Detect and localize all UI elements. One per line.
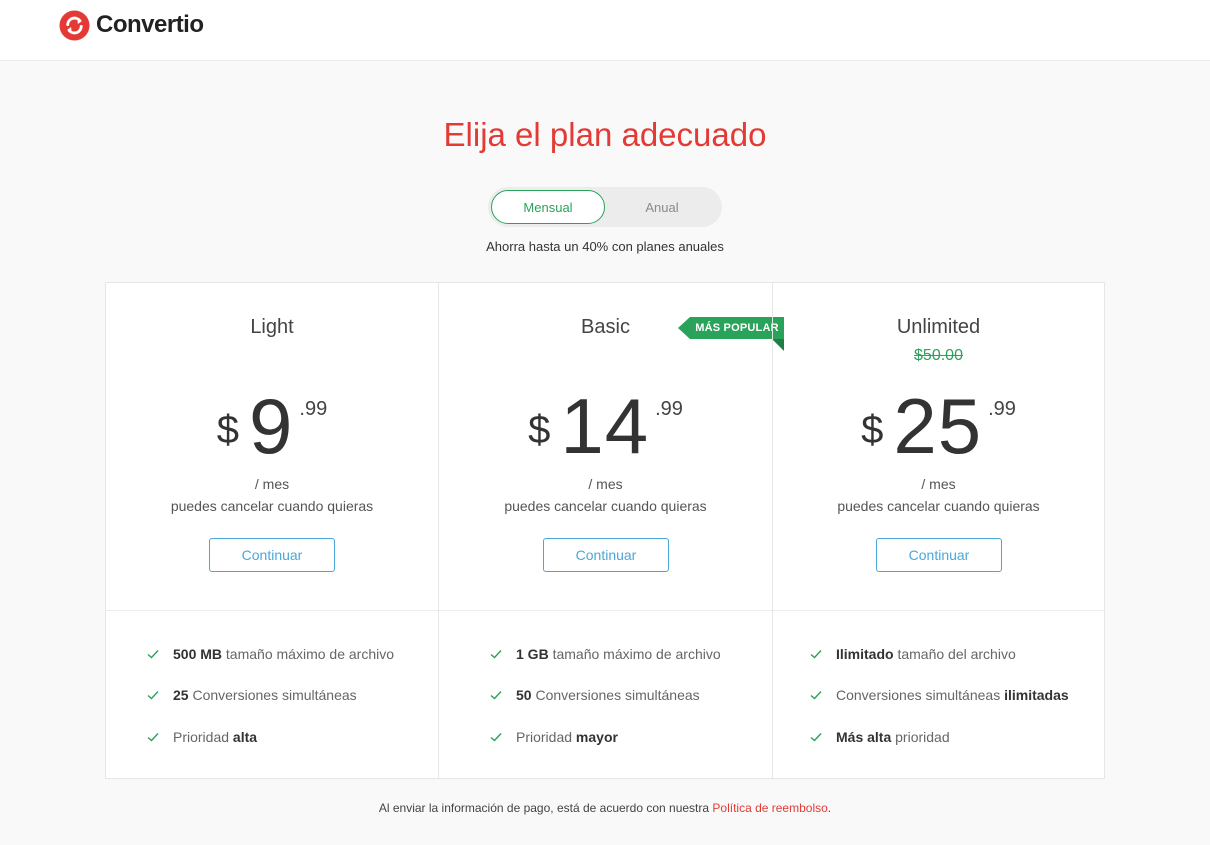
feature-text: 50 Conversiones simultáneas bbox=[516, 687, 700, 703]
feature-item: 50 Conversiones simultáneas bbox=[490, 685, 700, 705]
continue-button-basic[interactable]: Continuar bbox=[543, 538, 669, 572]
refund-policy-link[interactable]: Política de reembolso bbox=[712, 801, 827, 815]
plan-summary: Basic MÁS POPULAR $ 14 .99 / mes puedes … bbox=[439, 283, 784, 611]
most-popular-badge: MÁS POPULAR bbox=[678, 317, 784, 351]
price-amount: 25 bbox=[893, 382, 983, 470]
refund-policy-note: Al enviar la información de pago, está d… bbox=[0, 801, 1210, 815]
check-icon bbox=[147, 650, 159, 659]
feature-item: Prioridad mayor bbox=[490, 727, 618, 747]
price-cents: .99 bbox=[299, 398, 328, 420]
plan-card-unlimited: Unlimited $50.00 $ 25 .99 / mes puedes c… bbox=[772, 283, 1104, 778]
feature-item: Más alta prioridad bbox=[810, 727, 950, 747]
check-icon bbox=[490, 733, 502, 742]
check-icon bbox=[490, 650, 502, 659]
footer-period: . bbox=[827, 801, 832, 815]
plan-name: Light bbox=[250, 316, 294, 338]
cancel-note: puedes cancelar cuando quieras bbox=[504, 498, 707, 514]
plan-summary: Light $ 9 .99 / mes puedes cancelar cuan… bbox=[106, 283, 438, 611]
check-icon bbox=[490, 691, 502, 700]
check-icon bbox=[147, 733, 159, 742]
pricing-table: Light $ 9 .99 / mes puedes cancelar cuan… bbox=[105, 282, 1105, 779]
cancel-note: puedes cancelar cuando quieras bbox=[170, 498, 374, 514]
billing-option-annual[interactable]: Anual bbox=[605, 190, 719, 224]
feature-text: Más alta prioridad bbox=[836, 729, 950, 745]
price-currency: $ bbox=[528, 408, 551, 452]
feature-text: Prioridad mayor bbox=[516, 729, 618, 745]
price-cents: .99 bbox=[655, 398, 683, 420]
feature-item: Prioridad alta bbox=[147, 727, 257, 747]
cancel-note: puedes cancelar cuando quieras bbox=[837, 498, 1040, 514]
divider bbox=[439, 610, 772, 611]
page-title: Elija el plan adecuado bbox=[443, 116, 767, 153]
price-currency: $ bbox=[861, 408, 884, 452]
billing-option-monthly[interactable]: Mensual bbox=[491, 190, 605, 224]
feature-text: Prioridad alta bbox=[173, 729, 258, 745]
divider bbox=[106, 610, 438, 611]
check-icon bbox=[810, 691, 822, 700]
check-icon bbox=[147, 691, 159, 700]
brand-name: Convertio bbox=[96, 11, 204, 38]
divider bbox=[773, 610, 1104, 611]
price-currency: $ bbox=[216, 408, 240, 452]
top-header: Convertio bbox=[0, 0, 1210, 61]
badge-label: MÁS POPULAR bbox=[695, 322, 779, 334]
price-cents: .99 bbox=[988, 398, 1016, 420]
feature-text: 25 Conversiones simultáneas bbox=[173, 687, 357, 703]
feature-text: Ilimitado tamaño del archivo bbox=[836, 646, 1016, 662]
feature-item: 500 MB tamaño máximo de archivo bbox=[147, 644, 394, 664]
feature-item: 25 Conversiones simultáneas bbox=[147, 685, 357, 705]
plan-card-basic: Basic MÁS POPULAR $ 14 .99 / mes puedes … bbox=[438, 283, 784, 778]
feature-text: Conversiones simultáneas ilimitadas bbox=[836, 687, 1069, 703]
plan-name: Unlimited bbox=[896, 316, 981, 338]
plan-summary: Unlimited $50.00 $ 25 .99 / mes puedes c… bbox=[773, 283, 1104, 611]
price-period: / mes bbox=[254, 476, 290, 492]
convertio-arrows-icon bbox=[59, 9, 90, 41]
billing-period-toggle[interactable]: Mensual Anual bbox=[488, 187, 722, 227]
check-icon bbox=[810, 733, 822, 742]
footer-text: Al enviar la información de pago, está d… bbox=[378, 801, 713, 815]
plan-price: $ 25 .99 bbox=[773, 386, 1104, 466]
continue-button-unlimited[interactable]: Continuar bbox=[876, 538, 1002, 572]
feature-text: 500 MB tamaño máximo de archivo bbox=[173, 646, 394, 662]
check-icon bbox=[810, 650, 822, 659]
plan-card-light: Light $ 9 .99 / mes puedes cancelar cuan… bbox=[106, 283, 438, 778]
plan-price: $ 14 .99 bbox=[439, 386, 772, 466]
annual-savings-note: Ahorra hasta un 40% con planes anuales bbox=[486, 239, 724, 254]
price-period: / mes bbox=[588, 476, 623, 492]
price-period: / mes bbox=[921, 476, 956, 492]
original-price: $50.00 bbox=[914, 347, 963, 364]
convertio-logo[interactable]: Convertio bbox=[59, 9, 204, 41]
feature-item: Ilimitado tamaño del archivo bbox=[810, 644, 1016, 664]
price-amount: 14 bbox=[560, 382, 650, 470]
feature-text: 1 GB tamaño máximo de archivo bbox=[516, 646, 721, 662]
feature-item: Conversiones simultáneas ilimitadas bbox=[810, 685, 1069, 705]
plan-price: $ 9 .99 bbox=[106, 386, 438, 466]
continue-button-light[interactable]: Continuar bbox=[209, 538, 335, 572]
feature-item: 1 GB tamaño máximo de archivo bbox=[490, 644, 721, 664]
price-amount: 9 bbox=[249, 382, 294, 470]
